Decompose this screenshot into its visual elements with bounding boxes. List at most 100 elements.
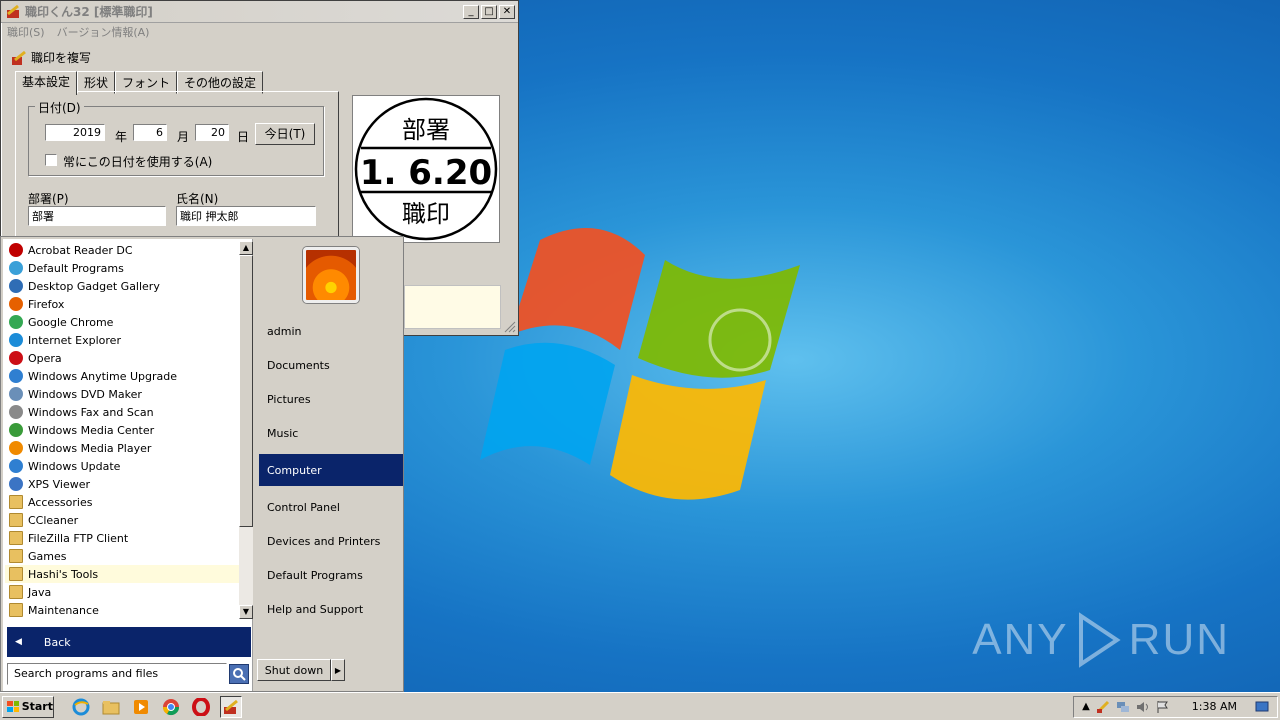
user-avatar[interactable] bbox=[303, 247, 359, 303]
date-group-label: 日付(D) bbox=[35, 99, 84, 116]
taskbar-stamp-app[interactable] bbox=[220, 695, 242, 718]
start-item-music[interactable]: Music bbox=[259, 417, 403, 449]
program-item[interactable]: Default Programs bbox=[5, 259, 239, 277]
department-label: 部署(P) bbox=[28, 192, 69, 206]
department-input[interactable]: 部署 bbox=[28, 206, 166, 226]
program-item[interactable]: Opera bbox=[5, 349, 239, 367]
program-item[interactable]: Windows Media Center bbox=[5, 421, 239, 439]
start-item-pictures[interactable]: Pictures bbox=[259, 383, 403, 415]
program-item[interactable]: FileZilla FTP Client bbox=[5, 529, 239, 547]
program-item[interactable]: Acrobat Reader DC bbox=[5, 241, 239, 259]
day-input[interactable]: 20 bbox=[195, 124, 229, 141]
program-item[interactable]: Maintenance bbox=[5, 601, 239, 619]
date-group: 日付(D) 2019 年 6 月 20 日 今日(T) 常にこの日付を使用する(… bbox=[28, 99, 324, 176]
folder-icon bbox=[9, 531, 23, 545]
program-label: Accessories bbox=[28, 495, 93, 509]
shutdown-button[interactable]: Shut down bbox=[257, 659, 331, 681]
search-button[interactable] bbox=[229, 664, 249, 684]
always-use-date-checkbox[interactable] bbox=[45, 154, 57, 166]
stamp-app-icon bbox=[224, 699, 238, 714]
always-use-date-label: 常にこの日付を使用する(A) bbox=[63, 155, 213, 169]
action-center-flag-icon[interactable] bbox=[1156, 700, 1170, 714]
resize-grip-icon[interactable] bbox=[504, 321, 516, 333]
name-label: 氏名(N) bbox=[176, 192, 219, 206]
show-hidden-icons[interactable]: ▲ bbox=[1082, 701, 1090, 712]
maximize-button[interactable]: □ bbox=[481, 4, 497, 19]
program-item[interactable]: Internet Explorer bbox=[5, 331, 239, 349]
program-item[interactable]: Windows Update bbox=[5, 457, 239, 475]
program-item[interactable]: XPS Viewer bbox=[5, 475, 239, 493]
program-label: Windows Anytime Upgrade bbox=[28, 369, 177, 383]
start-item-documents[interactable]: Documents bbox=[259, 349, 403, 381]
search-row: Search programs and files bbox=[7, 661, 253, 687]
opera-icon bbox=[192, 697, 210, 716]
copy-stamp-button[interactable]: 職印を複写 bbox=[11, 49, 91, 66]
folder-icon bbox=[9, 513, 23, 527]
tab-basic-settings[interactable]: 基本設定 bbox=[15, 71, 78, 95]
opera-icon bbox=[9, 351, 23, 365]
title-bar: 職印くん32 [標準職印] _ □ ✕ bbox=[1, 1, 518, 23]
menu-version-info[interactable]: バージョン情報(A) bbox=[57, 24, 150, 40]
minimize-button[interactable]: _ bbox=[463, 4, 479, 19]
name-input[interactable]: 職印 押太郎 bbox=[176, 206, 316, 226]
search-input[interactable]: Search programs and files bbox=[7, 663, 227, 685]
scroll-up-button[interactable]: ▲ bbox=[239, 241, 253, 255]
folder-icon bbox=[9, 567, 23, 581]
program-label: Windows Media Center bbox=[28, 423, 155, 437]
start-item-help-and-support[interactable]: Help and Support bbox=[259, 593, 403, 625]
chrome-icon bbox=[162, 698, 180, 715]
show-desktop-icon[interactable] bbox=[1255, 700, 1269, 714]
quick-launch bbox=[70, 695, 242, 718]
start-item-default-programs[interactable]: Default Programs bbox=[259, 559, 403, 591]
folder-icon bbox=[9, 585, 23, 599]
program-item[interactable]: Accessories bbox=[5, 493, 239, 511]
menu-stamp[interactable]: 職印(S) bbox=[7, 24, 45, 40]
program-label: Firefox bbox=[28, 297, 65, 311]
shutdown-options-arrow[interactable]: ▶ bbox=[331, 659, 345, 681]
today-button[interactable]: 今日(T) bbox=[255, 123, 315, 145]
back-button[interactable]: ◀ Back bbox=[7, 627, 251, 657]
month-input[interactable]: 6 bbox=[133, 124, 167, 141]
program-label: Java bbox=[28, 585, 52, 599]
program-label: Windows Fax and Scan bbox=[28, 405, 154, 419]
chrome-icon bbox=[9, 315, 23, 329]
start-item-control-panel[interactable]: Control Panel bbox=[259, 491, 403, 523]
program-label: Opera bbox=[28, 351, 62, 365]
taskbar-explorer[interactable] bbox=[100, 696, 122, 718]
program-item[interactable]: Windows DVD Maker bbox=[5, 385, 239, 403]
info-panel bbox=[404, 285, 501, 329]
program-item[interactable]: Desktop Gadget Gallery bbox=[5, 277, 239, 295]
programs-scrollbar[interactable]: ▲ ▼ bbox=[239, 241, 253, 619]
ie-icon bbox=[72, 698, 90, 715]
scroll-down-button[interactable]: ▼ bbox=[239, 605, 253, 619]
year-input[interactable]: 2019 bbox=[45, 124, 105, 141]
program-item[interactable]: Firefox bbox=[5, 295, 239, 313]
anyrun-watermark: ANY RUN bbox=[972, 612, 1230, 668]
start-item-computer[interactable]: Computer bbox=[259, 454, 403, 486]
program-item[interactable]: Windows Anytime Upgrade bbox=[5, 367, 239, 385]
scroll-thumb[interactable] bbox=[239, 255, 253, 527]
start-item-devices-and-printers[interactable]: Devices and Printers bbox=[259, 525, 403, 557]
program-item[interactable]: Java bbox=[5, 583, 239, 601]
program-item[interactable]: Windows Fax and Scan bbox=[5, 403, 239, 421]
start-button[interactable]: Start bbox=[2, 695, 54, 718]
stamp-tray-icon[interactable] bbox=[1096, 700, 1110, 714]
program-label: Internet Explorer bbox=[28, 333, 121, 347]
clock[interactable]: 1:38 AM bbox=[1192, 700, 1237, 713]
program-item[interactable]: Hashi's Tools bbox=[5, 565, 239, 583]
taskbar-opera[interactable] bbox=[190, 696, 212, 718]
taskbar-ie[interactable] bbox=[70, 696, 92, 718]
stamp-date-text: 1. 6.20 bbox=[360, 153, 492, 193]
program-item[interactable]: Google Chrome bbox=[5, 313, 239, 331]
taskbar-chrome[interactable] bbox=[160, 696, 182, 718]
default-programs-icon bbox=[9, 261, 23, 275]
taskbar-media-player[interactable] bbox=[130, 696, 152, 718]
program-item[interactable]: Windows Media Player bbox=[5, 439, 239, 457]
close-button[interactable]: ✕ bbox=[499, 4, 515, 19]
media-center-icon bbox=[9, 423, 23, 437]
network-icon[interactable] bbox=[1116, 700, 1130, 714]
volume-icon[interactable] bbox=[1136, 700, 1150, 714]
start-item-admin[interactable]: admin bbox=[259, 315, 403, 347]
program-item[interactable]: CCleaner bbox=[5, 511, 239, 529]
program-item[interactable]: Games bbox=[5, 547, 239, 565]
